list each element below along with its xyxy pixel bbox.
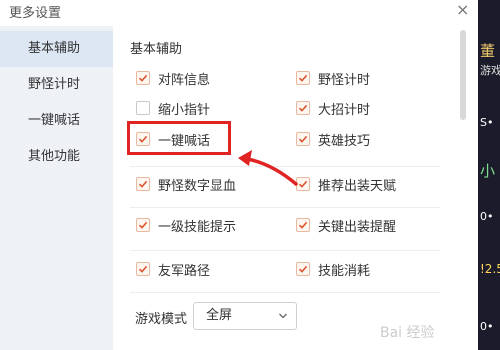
checkbox-box: [296, 218, 310, 232]
strip-text: !2.5: [480, 262, 500, 276]
sidebar-item-basic-assist[interactable]: 基本辅助: [0, 31, 113, 67]
checkbox-skill-cost[interactable]: 技能消耗: [296, 259, 370, 279]
checkbox-key-item-reminder[interactable]: 关键出装提醒: [296, 215, 396, 235]
background-game-strip: 董 游戏 S• 小 0• !2.5 0•: [478, 0, 500, 350]
check-icon: [138, 265, 148, 273]
watermark: Bai 经验: [380, 325, 435, 341]
sidebar-item-other[interactable]: 其他功能: [0, 139, 113, 175]
checkbox-box: [136, 262, 150, 276]
checkbox-label: 大招计时: [318, 102, 371, 118]
checkbox-label: 英雄技巧: [318, 133, 371, 149]
checkbox-recommended-build[interactable]: 推荐出装天赋: [296, 174, 396, 194]
strip-text: S•: [480, 116, 494, 129]
checkbox-monster-hp-numbers[interactable]: 野怪数字显血: [136, 174, 236, 194]
checkbox-box: [296, 101, 310, 115]
checkbox-label: 野怪数字显血: [158, 178, 237, 194]
game-mode-label: 游戏模式: [135, 312, 188, 327]
checkbox-ally-path[interactable]: 友军路径: [136, 259, 210, 279]
check-icon: [298, 265, 308, 273]
game-mode-select[interactable]: 全屏: [193, 302, 297, 330]
dialog-title: 更多设置: [9, 6, 62, 21]
red-arrow-icon: [238, 150, 298, 186]
checkbox-box: [296, 71, 310, 85]
divider: [130, 250, 440, 251]
checkbox-ultimate-timer[interactable]: 大招计时: [296, 98, 370, 118]
sidebar-item-monster-timer[interactable]: 野怪计时: [0, 67, 113, 103]
checkbox-label: 一级技能提示: [158, 219, 237, 235]
sidebar: 基本辅助 野怪计时 一键喊话 其他功能: [0, 26, 113, 350]
settings-dialog: 更多设置 × 基本辅助 野怪计时 一键喊话 其他功能 基本辅助 对阵信息 野怪计…: [0, 0, 478, 350]
check-icon: [298, 104, 308, 112]
checkbox-label: 友军路径: [158, 263, 211, 279]
chevron-down-icon: [279, 313, 287, 319]
checkbox-label: 对阵信息: [158, 72, 211, 88]
checkbox-label: 技能消耗: [318, 263, 371, 279]
checkbox-box: [136, 177, 150, 191]
check-icon: [138, 180, 148, 188]
checkbox-label: 推荐出装天赋: [318, 178, 397, 194]
checkbox-box: [136, 71, 150, 85]
highlight-box: [127, 121, 231, 155]
strip-text: 小: [480, 162, 496, 180]
divider: [130, 292, 440, 293]
checkbox-hero-tips[interactable]: 英雄技巧: [296, 129, 370, 149]
checkbox-label: 野怪计时: [318, 72, 371, 88]
checkbox-shrink-pointer[interactable]: 缩小指针: [136, 98, 210, 118]
checkbox-label: 缩小指针: [158, 102, 211, 118]
checkbox-box: [296, 262, 310, 276]
check-icon: [138, 221, 148, 229]
checkbox-level1-skill-hint[interactable]: 一级技能提示: [136, 215, 236, 235]
check-icon: [298, 221, 308, 229]
game-mode-value: 全屏: [206, 308, 233, 323]
checkbox-monster-timer[interactable]: 野怪计时: [296, 68, 370, 88]
close-icon[interactable]: ×: [456, 0, 469, 19]
section-title: 基本辅助: [130, 42, 183, 57]
checkbox-label: 关键出装提醒: [318, 219, 397, 235]
scrollbar[interactable]: [460, 30, 466, 120]
check-icon: [298, 74, 308, 82]
checkbox-box: [136, 101, 150, 115]
strip-text: 0•: [480, 320, 494, 333]
checkbox-matchup-info[interactable]: 对阵信息: [136, 68, 210, 88]
strip-text: 游戏: [480, 64, 500, 77]
checkbox-box: [136, 218, 150, 232]
sidebar-item-quick-chat[interactable]: 一键喊话: [0, 103, 113, 139]
strip-text: 0•: [480, 210, 494, 223]
divider: [130, 207, 440, 208]
check-icon: [138, 74, 148, 82]
strip-text: 董: [480, 42, 496, 60]
